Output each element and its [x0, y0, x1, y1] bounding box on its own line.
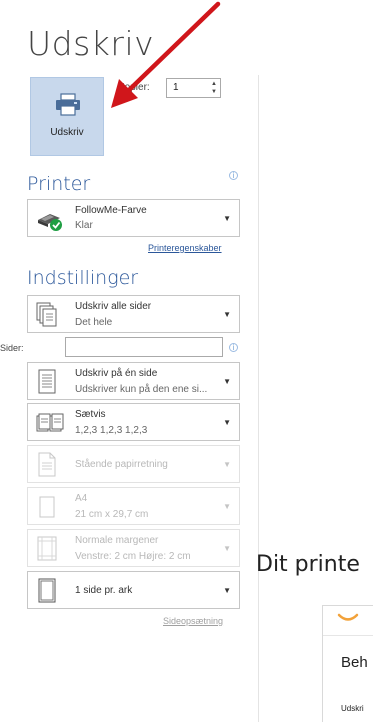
orientation-title: Stående papirretning [75, 459, 168, 470]
print-range-dropdown[interactable]: Udskriv alle sider Det hele ▼ [27, 295, 240, 333]
pages-input[interactable] [65, 337, 223, 357]
page-title: Udskriv [27, 24, 155, 63]
info-icon[interactable]: i [229, 171, 238, 180]
page-setup-link[interactable]: Sideopsætning [163, 616, 223, 626]
collation-title: Sætvis [75, 409, 106, 420]
paper-size-icon [39, 496, 55, 518]
printer-status: Klar [75, 220, 93, 231]
preview-message: Dit printe [256, 552, 360, 577]
margins-dropdown[interactable]: Normale margener Venstre: 2 cm Højre: 2 … [27, 529, 240, 567]
paper-size-dropdown[interactable]: A4 21 cm x 29,7 cm ▼ [27, 487, 240, 525]
chevron-down-icon: ▼ [223, 460, 231, 469]
sides-title: Udskriv på én side [75, 368, 158, 379]
chevron-down-icon: ▼ [223, 544, 231, 553]
pages-label: Sider: [0, 343, 24, 353]
printer-section-title: Printer [27, 173, 91, 195]
sides-subtitle: Udskriver kun på den ene si... [75, 384, 208, 395]
chevron-down-icon: ▼ [223, 502, 231, 511]
print-settings-panel: Udskriv Udskriv Kopier: 1 ▲ ▼ Printer i F… [0, 0, 252, 722]
margins-subtitle: Venstre: 2 cm Højre: 2 cm [75, 551, 191, 562]
orientation-dropdown[interactable]: Stående papirretning ▼ [27, 445, 240, 483]
margins-icon [37, 536, 57, 561]
settings-section-title: Indstillinger [27, 267, 139, 289]
print-button[interactable]: Udskriv [30, 77, 104, 156]
panel-divider [258, 75, 259, 722]
info-icon[interactable]: i [229, 343, 238, 352]
printer-properties-link[interactable]: Printeregenskaber [148, 243, 222, 253]
paper-size-subtitle: 21 cm x 29,7 cm [75, 509, 149, 520]
collation-subtitle: 1,2,3 1,2,3 1,2,3 [75, 425, 148, 436]
print-range-subtitle: Det hele [75, 317, 113, 328]
card-header-band [323, 606, 373, 636]
collated-icon [36, 413, 64, 432]
pages-icon [36, 302, 57, 327]
chevron-down-icon: ▼ [223, 418, 231, 427]
copies-label: Kopier: [118, 82, 150, 93]
chevron-down-icon: ▼ [223, 310, 231, 319]
card-heading: Beh [341, 654, 368, 671]
card-subtext: Udskri [341, 704, 364, 713]
page-icon [38, 578, 56, 603]
printer-dropdown[interactable]: FollowMe-Farve Klar ▼ [27, 199, 240, 237]
single-sided-icon [38, 369, 56, 394]
chevron-down-icon: ▼ [223, 377, 231, 386]
collation-dropdown[interactable]: Sætvis 1,2,3 1,2,3 1,2,3 ▼ [27, 403, 240, 441]
pages-per-sheet-title: 1 side pr. ark [75, 585, 133, 596]
margins-title: Normale margener [75, 535, 159, 546]
chevron-down-icon: ▼ [223, 586, 231, 595]
copies-stepper[interactable]: 1 ▲ ▼ [166, 78, 221, 98]
printer-name: FollowMe-Farve [75, 205, 147, 216]
paper-size-title: A4 [75, 493, 88, 504]
copies-value: 1 [173, 82, 179, 93]
sides-dropdown[interactable]: Udskriv på én side Udskriver kun på den … [27, 362, 240, 400]
preview-card: Beh Udskri [322, 605, 373, 722]
printer-icon [56, 93, 80, 116]
chevron-down-icon [337, 613, 359, 621]
printer-ready-icon [38, 214, 62, 231]
print-range-title: Udskriv alle sider [75, 301, 152, 312]
chevron-down-icon: ▼ [223, 214, 231, 223]
portrait-icon [38, 452, 56, 477]
pages-per-sheet-dropdown[interactable]: 1 side pr. ark ▼ [27, 571, 240, 609]
spin-arrows-icon[interactable]: ▲ ▼ [211, 80, 217, 96]
print-button-label: Udskriv [50, 127, 84, 138]
